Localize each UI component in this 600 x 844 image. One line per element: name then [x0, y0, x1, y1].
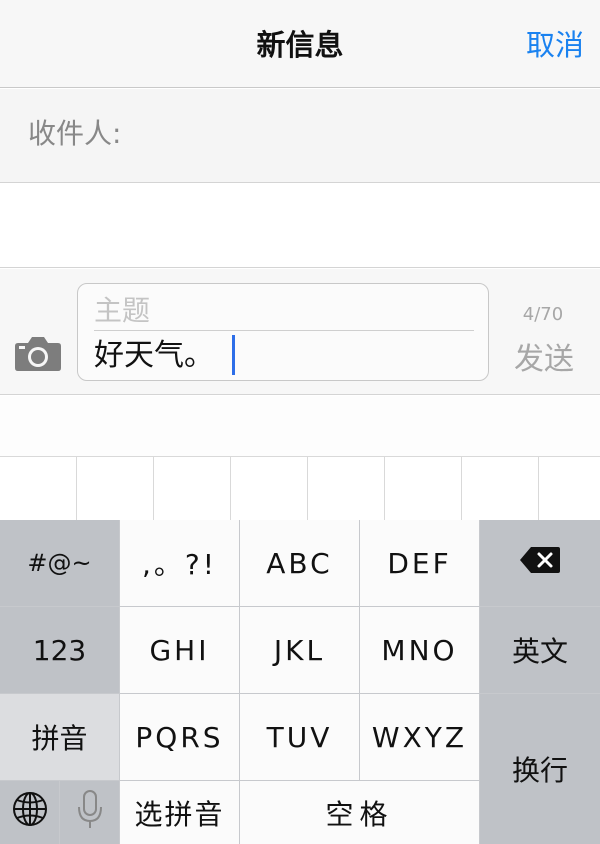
- microphone-key[interactable]: [60, 781, 119, 844]
- candidate-cell[interactable]: [154, 457, 231, 521]
- punctuation-key[interactable]: ,。?!: [120, 520, 239, 606]
- globe-key[interactable]: [0, 781, 59, 844]
- character-counter: 4/70: [522, 304, 564, 325]
- conversation-area: [0, 184, 600, 268]
- camera-icon[interactable]: [14, 334, 62, 372]
- text-caret: [232, 335, 235, 375]
- recipient-label: 收件人:: [28, 117, 122, 150]
- ghi-key[interactable]: GHI: [120, 607, 239, 693]
- candidate-bar: [0, 396, 600, 456]
- abc-key[interactable]: ABC: [240, 520, 359, 606]
- globe-icon: [12, 791, 48, 834]
- mno-key[interactable]: MNO: [360, 607, 479, 693]
- number-key[interactable]: 123: [0, 607, 119, 693]
- candidate-cell[interactable]: [539, 457, 600, 521]
- return-key[interactable]: 换行: [480, 694, 600, 844]
- space-key[interactable]: 空格: [240, 781, 479, 844]
- def-key[interactable]: DEF: [360, 520, 479, 606]
- keyboard: #@~ ,。?! ABC DEF 123 GHI JKL MNO 英文 拼音 P…: [0, 520, 600, 844]
- message-body-field[interactable]: 好天气。: [94, 333, 214, 379]
- tuv-key[interactable]: TUV: [240, 694, 359, 780]
- jkl-key[interactable]: JKL: [240, 607, 359, 693]
- pinyin-key[interactable]: 拼音: [0, 694, 119, 780]
- page-title: 新信息: [256, 28, 344, 62]
- send-button[interactable]: 发送: [508, 334, 580, 378]
- pqrs-key[interactable]: PQRS: [120, 694, 239, 780]
- candidate-cell[interactable]: [308, 457, 385, 521]
- microphone-icon: [77, 789, 103, 836]
- candidate-cell[interactable]: [462, 457, 539, 521]
- candidate-grid: [0, 456, 600, 521]
- wxyz-key[interactable]: WXYZ: [360, 694, 479, 780]
- delete-key[interactable]: [480, 520, 600, 606]
- subject-field[interactable]: 主题: [94, 288, 474, 331]
- english-key[interactable]: 英文: [480, 607, 600, 693]
- cancel-button[interactable]: 取消: [526, 0, 584, 88]
- candidate-cell[interactable]: [385, 457, 462, 521]
- symbols-key[interactable]: #@~: [0, 520, 119, 606]
- candidate-cell[interactable]: [0, 457, 77, 521]
- choose-pinyin-key[interactable]: 选拼音: [120, 781, 239, 844]
- candidate-cell[interactable]: [77, 457, 154, 521]
- candidate-cell[interactable]: [231, 457, 308, 521]
- delete-icon: [519, 546, 561, 581]
